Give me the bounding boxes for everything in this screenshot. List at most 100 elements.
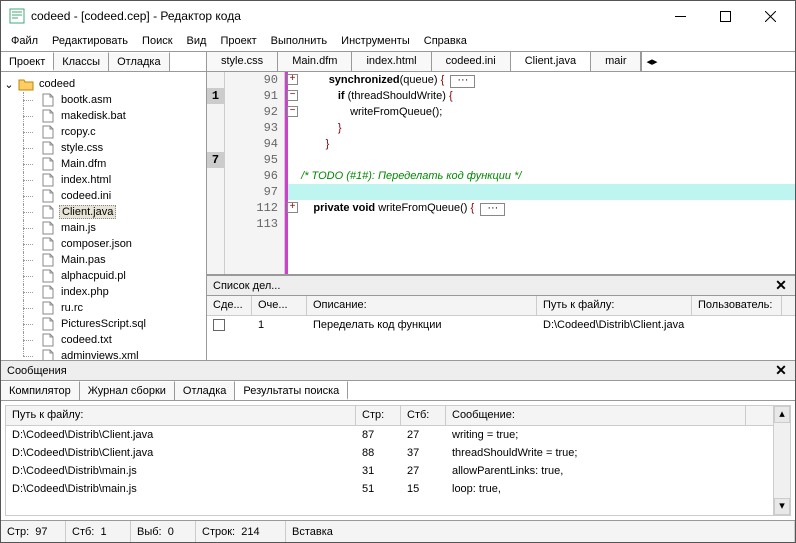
menu-Редактировать[interactable]: Редактировать: [46, 33, 134, 49]
scrollbar[interactable]: ▴ ▾: [773, 406, 790, 515]
todo-title: Список дел...: [213, 280, 773, 292]
file-icon: [41, 125, 55, 139]
todo-header[interactable]: Оче...: [252, 296, 307, 315]
scroll-down-icon[interactable]: ▾: [774, 498, 790, 515]
tree-item[interactable]: main.js: [17, 220, 204, 236]
tree-item[interactable]: PicturesScript.sql: [17, 316, 204, 332]
left-tab[interactable]: Классы: [54, 52, 109, 71]
fold-ellipsis[interactable]: ···: [450, 75, 475, 88]
code-editor[interactable]: 17 90+91−92−9394959697112+113 synchroniz…: [207, 72, 795, 275]
tree-item[interactable]: makedisk.bat: [17, 108, 204, 124]
file-icon: [41, 269, 55, 283]
fold-icon[interactable]: +: [287, 202, 298, 213]
tab-scroll-icon[interactable]: ◂▸: [641, 52, 661, 71]
close-button[interactable]: [748, 2, 793, 31]
menu-Инструменты[interactable]: Инструменты: [335, 33, 416, 49]
search-result-row[interactable]: D:\Codeed\Distrib\Client.java8837 thread…: [6, 444, 773, 462]
left-tabs: ПроектКлассыОтладка: [1, 52, 206, 72]
fold-ellipsis[interactable]: ···: [480, 203, 505, 216]
tree-item[interactable]: Client.java: [17, 204, 204, 220]
close-icon[interactable]: ✕: [773, 277, 789, 294]
close-icon[interactable]: ✕: [773, 362, 789, 379]
messages-tab[interactable]: Отладка: [175, 381, 235, 400]
editor-tabs: style.cssMain.dfmindex.htmlcodeed.iniCli…: [207, 52, 795, 72]
menu-Проект[interactable]: Проект: [214, 33, 262, 49]
tree-item[interactable]: alphacpuid.pl: [17, 268, 204, 284]
tree-item[interactable]: rcopy.c: [17, 124, 204, 140]
file-icon: [41, 317, 55, 331]
file-icon: [41, 221, 55, 235]
tree-item[interactable]: Main.pas: [17, 252, 204, 268]
todo-row[interactable]: 1 Переделать код функции D:\Codeed\Distr…: [207, 316, 795, 336]
menu-Вид[interactable]: Вид: [181, 33, 213, 49]
file-icon: [41, 333, 55, 347]
messages-panel: Сообщения ✕ КомпиляторЖурнал сборкиОтлад…: [1, 360, 795, 520]
tree-item[interactable]: index.html: [17, 172, 204, 188]
editor-tab[interactable]: codeed.ini: [432, 52, 511, 71]
todo-header[interactable]: Описание:: [307, 296, 537, 315]
search-result-row[interactable]: D:\Codeed\Distrib\Client.java8727 writin…: [6, 426, 773, 444]
editor-tab[interactable]: Main.dfm: [278, 52, 352, 71]
left-tab[interactable]: Отладка: [109, 52, 169, 71]
menubar: ФайлРедактироватьПоискВидПроектВыполнить…: [1, 31, 795, 51]
line-gutter[interactable]: 90+91−92−9394959697112+113: [225, 72, 285, 274]
app-icon: [9, 8, 25, 24]
tree-item[interactable]: codeed.txt: [17, 332, 204, 348]
todo-header[interactable]: Путь к файлу:: [537, 296, 692, 315]
maximize-button[interactable]: [703, 2, 748, 31]
editor-tab-overflow[interactable]: mair: [591, 52, 641, 71]
search-header[interactable]: Сообщение:: [446, 406, 746, 425]
tree-item[interactable]: ru.rc: [17, 300, 204, 316]
editor-tab[interactable]: Client.java: [511, 52, 591, 71]
editor-tab[interactable]: style.css: [207, 52, 278, 71]
file-icon: [41, 301, 55, 315]
todo-user: [692, 316, 704, 336]
scroll-up-icon[interactable]: ▴: [774, 406, 790, 423]
titlebar: codeed - [codeed.cep] - Редактор кода: [1, 1, 795, 31]
tree-root-label: codeed: [37, 77, 77, 91]
tree-item[interactable]: codeed.ini: [17, 188, 204, 204]
file-icon: [41, 237, 55, 251]
search-header[interactable]: Стб:: [401, 406, 446, 425]
fold-icon[interactable]: +: [287, 74, 298, 85]
window-title: codeed - [codeed.cep] - Редактор кода: [31, 9, 658, 23]
fold-icon[interactable]: −: [287, 106, 298, 117]
minimize-button[interactable]: [658, 2, 703, 31]
menu-Справка[interactable]: Справка: [418, 33, 473, 49]
search-header[interactable]: Путь к файлу:: [6, 406, 356, 425]
messages-tab[interactable]: Журнал сборки: [80, 381, 175, 400]
file-icon: [41, 349, 55, 360]
menu-Выполнить[interactable]: Выполнить: [265, 33, 333, 49]
messages-title: Сообщения: [7, 365, 773, 377]
editor-tab[interactable]: index.html: [352, 52, 431, 71]
tree-collapse-icon[interactable]: ⌄: [3, 78, 15, 91]
tree-item[interactable]: style.css: [17, 140, 204, 156]
file-icon: [41, 205, 55, 219]
todo-checkbox[interactable]: [213, 319, 225, 331]
todo-path: D:\Codeed\Distrib\Client.java: [537, 316, 692, 336]
tree-item[interactable]: adminviews.xml: [17, 348, 204, 360]
left-tab[interactable]: Проект: [1, 52, 54, 71]
todo-header[interactable]: Пользователь:: [692, 296, 782, 315]
project-tree[interactable]: ⌄ codeed bootk.asmmakedisk.batrcopy.csty…: [1, 72, 206, 360]
file-icon: [41, 109, 55, 123]
status-mode: Вставка: [286, 521, 795, 542]
project-panel: ПроектКлассыОтладка ⌄ codeed bootk.asmma…: [1, 51, 207, 360]
tree-item[interactable]: Main.dfm: [17, 156, 204, 172]
todo-header[interactable]: Сде...: [207, 296, 252, 315]
messages-tab[interactable]: Результаты поиска: [235, 381, 348, 400]
status-sel: 0: [168, 526, 174, 538]
tree-item[interactable]: index.php: [17, 284, 204, 300]
file-icon: [41, 157, 55, 171]
messages-tab[interactable]: Компилятор: [1, 381, 80, 400]
tree-item[interactable]: composer.json: [17, 236, 204, 252]
tree-root[interactable]: ⌄ codeed: [3, 76, 204, 92]
search-result-row[interactable]: D:\Codeed\Distrib\main.js5115loop: true,: [6, 480, 773, 498]
file-icon: [41, 253, 55, 267]
search-result-row[interactable]: D:\Codeed\Distrib\main.js3127allowParent…: [6, 462, 773, 480]
search-header[interactable]: Стр:: [356, 406, 401, 425]
tree-item[interactable]: bootk.asm: [17, 92, 204, 108]
menu-Файл[interactable]: Файл: [5, 33, 44, 49]
menu-Поиск[interactable]: Поиск: [136, 33, 178, 49]
fold-icon[interactable]: −: [287, 90, 298, 101]
